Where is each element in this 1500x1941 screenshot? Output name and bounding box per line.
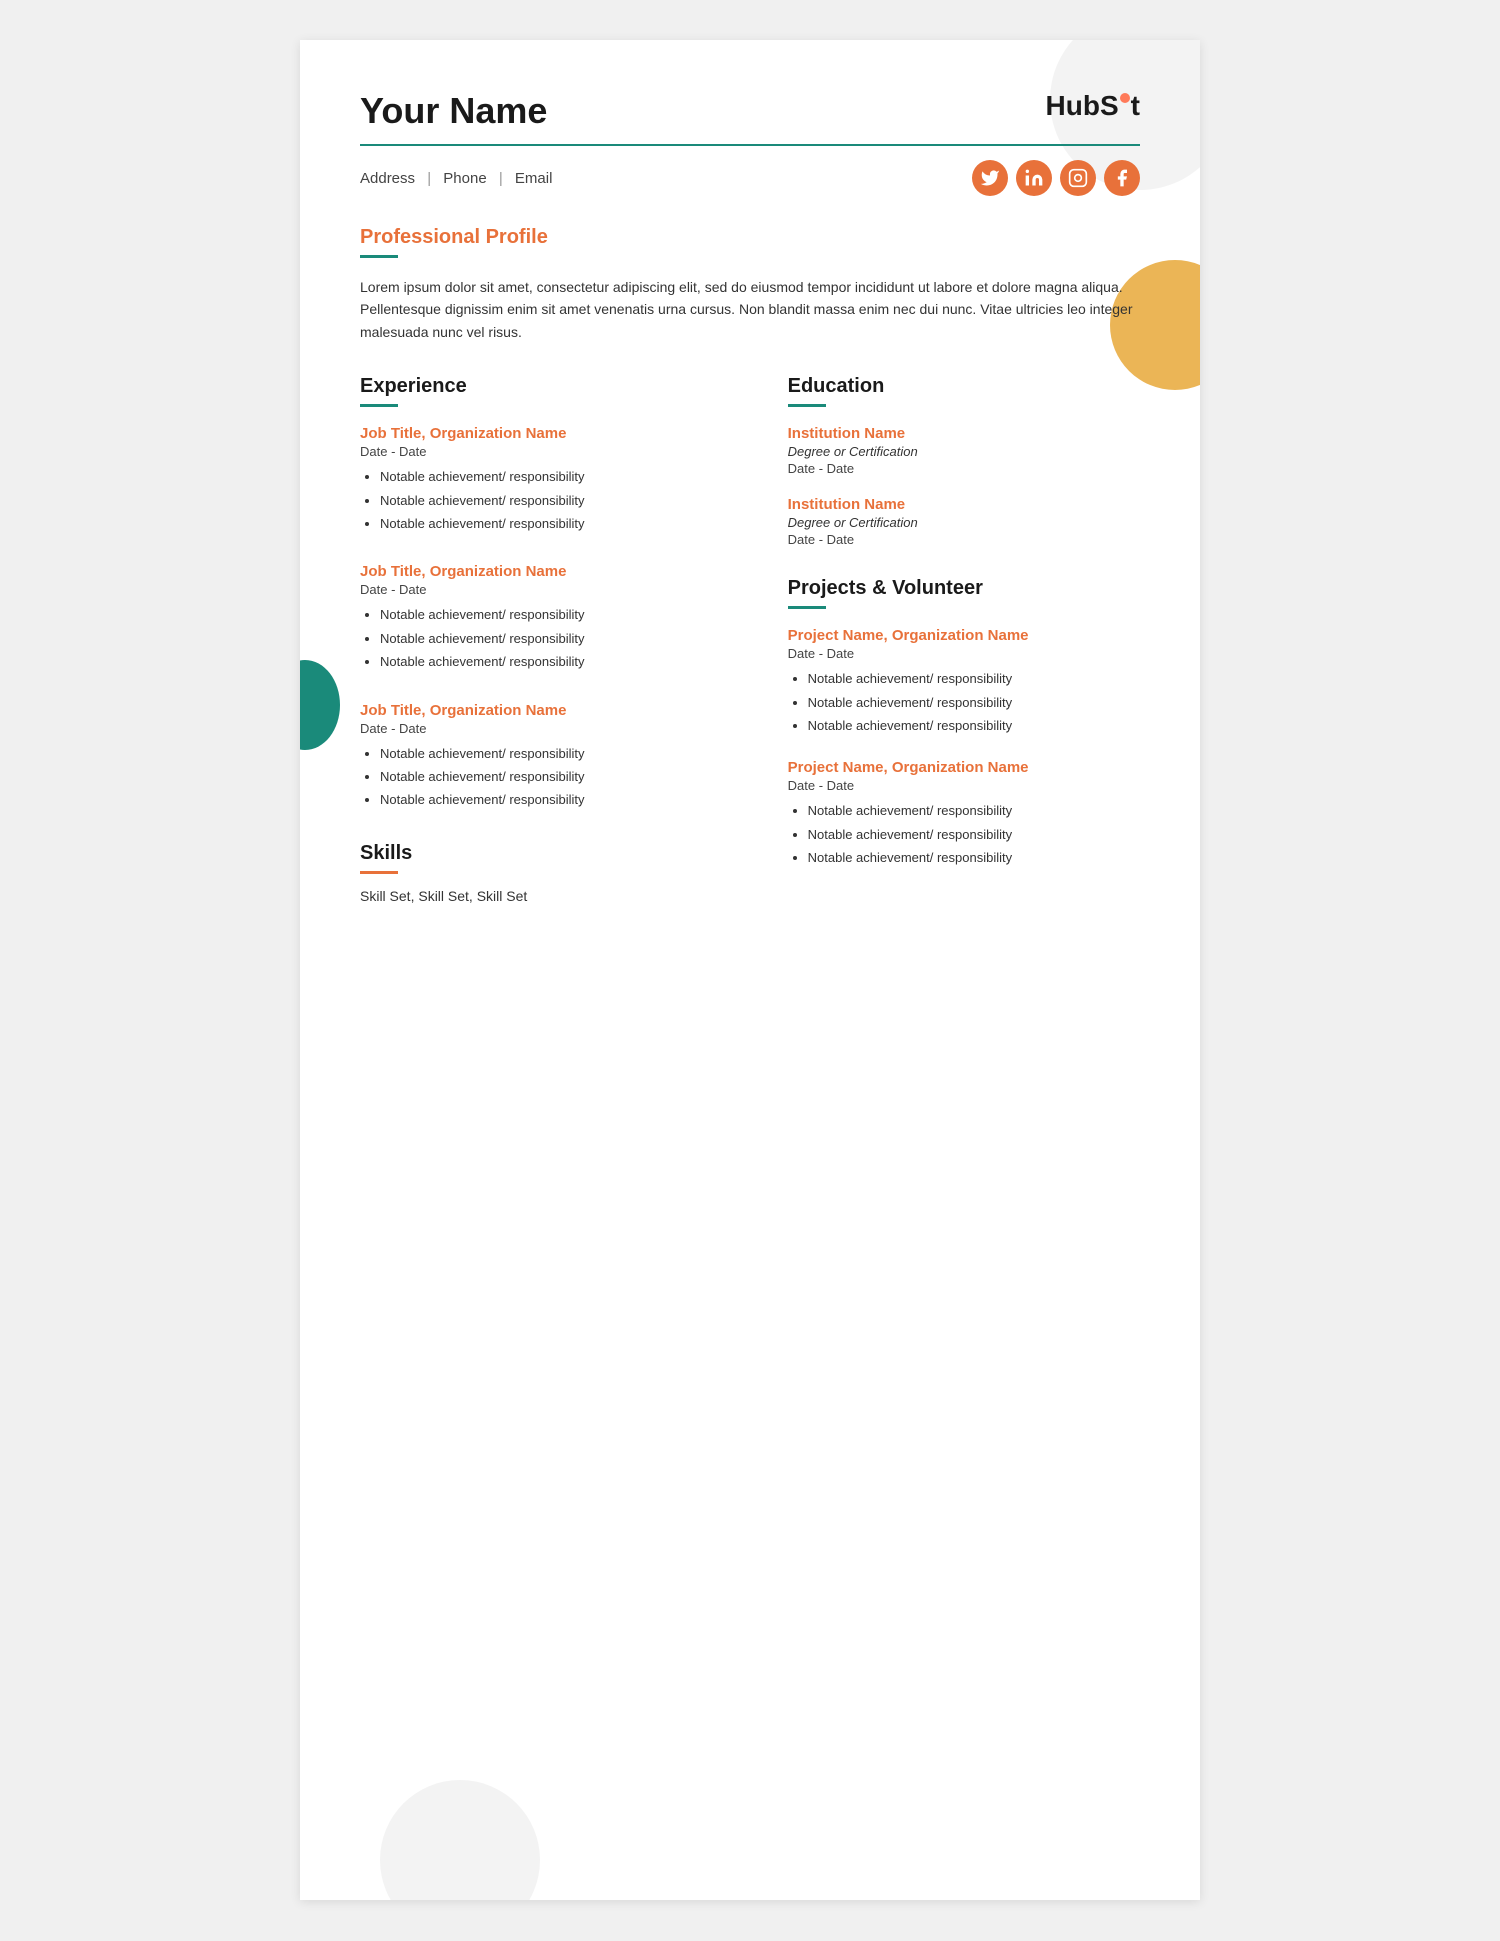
project-name-1: Project Name, Organization Name [788, 627, 1140, 644]
linkedin-icon[interactable] [1016, 160, 1052, 196]
education-title: Education [788, 375, 1140, 398]
profile-section: Professional Profile Lorem ipsum dolor s… [360, 226, 1140, 343]
job-entry-2: Job Title, Organization Name Date - Date… [360, 563, 748, 673]
bullet: Notable achievement/ responsibility [380, 742, 748, 765]
job-title-1: Job Title, Organization Name [360, 425, 748, 442]
job-bullets-2: Notable achievement/ responsibility Nota… [360, 603, 748, 673]
projects-section: Projects & Volunteer Project Name, Organ… [788, 577, 1140, 869]
contact-info: Address | Phone | Email [360, 170, 552, 187]
experience-underline [360, 404, 398, 407]
job-date-1: Date - Date [360, 444, 748, 459]
bullet: Notable achievement/ responsibility [808, 846, 1140, 869]
job-title-3: Job Title, Organization Name [360, 702, 748, 719]
contact-row: Address | Phone | Email [360, 160, 1140, 196]
deco-circle-teal [300, 660, 340, 750]
institution-1: Institution Name [788, 425, 1140, 442]
education-section: Education Institution Name Degree or Cer… [788, 375, 1140, 547]
hub-dot [1120, 93, 1130, 103]
project-entry-2: Project Name, Organization Name Date - D… [788, 759, 1140, 869]
spot-t: t [1131, 90, 1140, 122]
bullet: Notable achievement/ responsibility [808, 667, 1140, 690]
edu-entry-1: Institution Name Degree or Certification… [788, 425, 1140, 476]
social-icons [972, 160, 1140, 196]
degree-1: Degree or Certification [788, 444, 1140, 459]
bullet: Notable achievement/ responsibility [380, 465, 748, 488]
bullet: Notable achievement/ responsibility [380, 650, 748, 673]
degree-2: Degree or Certification [788, 515, 1140, 530]
experience-title: Experience [360, 375, 748, 398]
bullet: Notable achievement/ responsibility [380, 512, 748, 535]
address: Address [360, 170, 415, 187]
institution-2: Institution Name [788, 496, 1140, 513]
candidate-name: Your Name [360, 90, 547, 132]
skills-section: Skills Skill Set, Skill Set, Skill Set [360, 842, 748, 904]
bullet: Notable achievement/ responsibility [380, 788, 748, 811]
bullet: Notable achievement/ responsibility [380, 489, 748, 512]
job-title-2: Job Title, Organization Name [360, 563, 748, 580]
project-entry-1: Project Name, Organization Name Date - D… [788, 627, 1140, 737]
skills-underline [360, 871, 398, 874]
hubspot-logo: HubSt [1046, 90, 1140, 122]
bullet: Notable achievement/ responsibility [808, 823, 1140, 846]
header-divider [360, 144, 1140, 146]
resume-page: Your Name HubSt Address | Phone | Email [300, 40, 1200, 1900]
col-left: Experience Job Title, Organization Name … [360, 375, 748, 904]
instagram-icon[interactable] [1060, 160, 1096, 196]
sep2: | [499, 170, 503, 187]
spot-s: S [1100, 90, 1119, 122]
projects-title: Projects & Volunteer [788, 577, 1140, 600]
bullet: Notable achievement/ responsibility [808, 714, 1140, 737]
project-date-1: Date - Date [788, 646, 1140, 661]
bullet: Notable achievement/ responsibility [380, 603, 748, 626]
twitter-icon[interactable] [972, 160, 1008, 196]
phone: Phone [443, 170, 486, 187]
job-bullets-3: Notable achievement/ responsibility Nota… [360, 742, 748, 812]
job-date-2: Date - Date [360, 582, 748, 597]
bullet: Notable achievement/ responsibility [808, 799, 1140, 822]
education-underline [788, 404, 826, 407]
profile-text: Lorem ipsum dolor sit amet, consectetur … [360, 276, 1140, 343]
col-right: Education Institution Name Degree or Cer… [788, 375, 1140, 904]
sep1: | [427, 170, 431, 187]
project-bullets-1: Notable achievement/ responsibility Nota… [788, 667, 1140, 737]
projects-underline [788, 606, 826, 609]
edu-date-1: Date - Date [788, 461, 1140, 476]
hub-text: Hub [1046, 90, 1100, 122]
project-name-2: Project Name, Organization Name [788, 759, 1140, 776]
skills-text: Skill Set, Skill Set, Skill Set [360, 888, 748, 904]
bullet: Notable achievement/ responsibility [380, 627, 748, 650]
bullet: Notable achievement/ responsibility [808, 691, 1140, 714]
two-col-section: Experience Job Title, Organization Name … [360, 375, 1140, 904]
email: Email [515, 170, 553, 187]
bullet: Notable achievement/ responsibility [380, 765, 748, 788]
deco-circle-bottom-left [380, 1780, 540, 1900]
job-entry-3: Job Title, Organization Name Date - Date… [360, 702, 748, 812]
job-entry-1: Job Title, Organization Name Date - Date… [360, 425, 748, 535]
project-date-2: Date - Date [788, 778, 1140, 793]
project-bullets-2: Notable achievement/ responsibility Nota… [788, 799, 1140, 869]
job-date-3: Date - Date [360, 721, 748, 736]
header: Your Name HubSt [360, 90, 1140, 132]
profile-title: Professional Profile [360, 226, 1140, 249]
job-bullets-1: Notable achievement/ responsibility Nota… [360, 465, 748, 535]
edu-entry-2: Institution Name Degree or Certification… [788, 496, 1140, 547]
skills-title: Skills [360, 842, 748, 865]
facebook-icon[interactable] [1104, 160, 1140, 196]
edu-date-2: Date - Date [788, 532, 1140, 547]
profile-underline [360, 255, 398, 258]
